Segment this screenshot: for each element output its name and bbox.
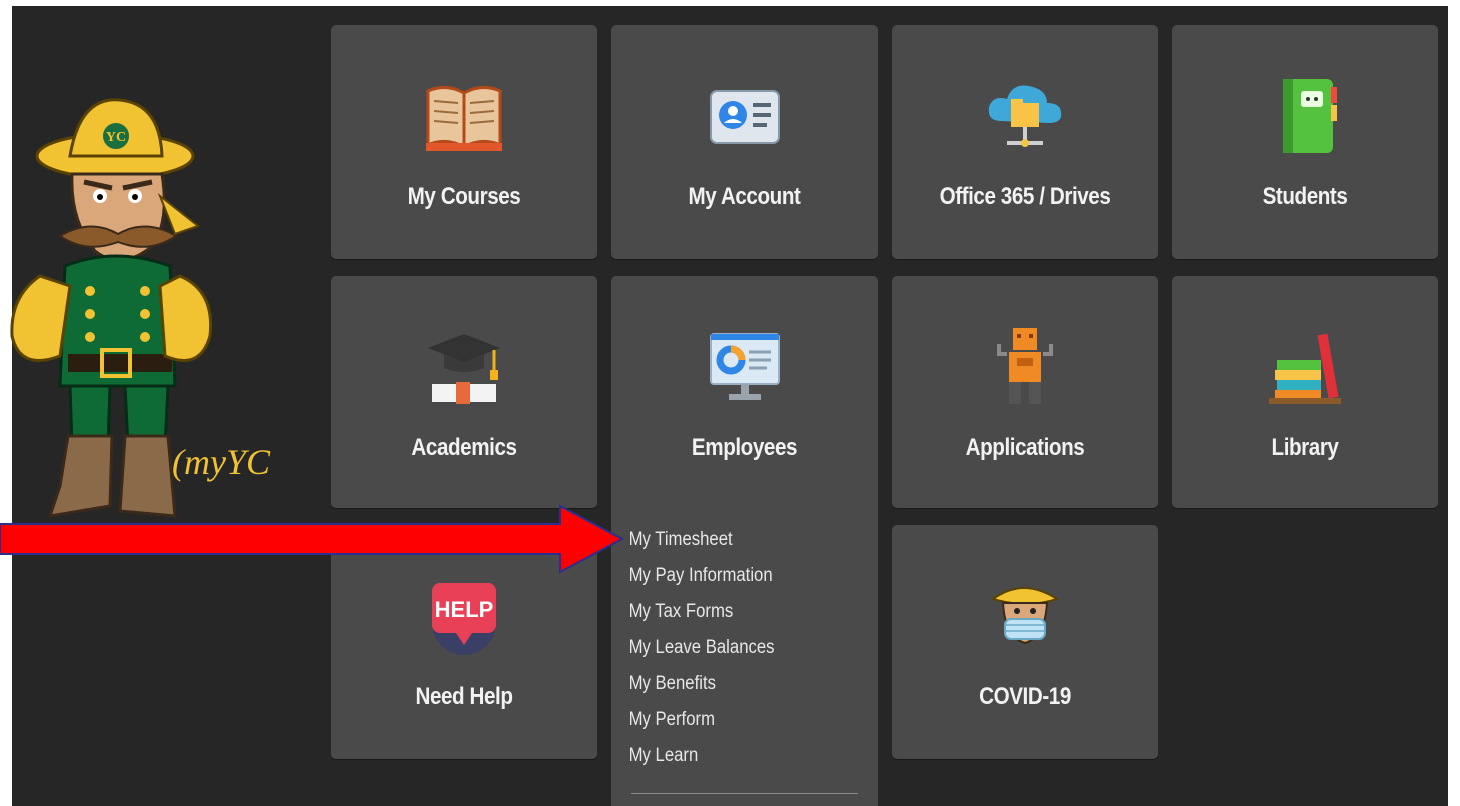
book-stack-icon bbox=[1269, 333, 1341, 404]
menu-item-my-benefits[interactable]: My Benefits bbox=[611, 666, 846, 702]
menu-item-my-timesheet[interactable]: My Timesheet bbox=[611, 522, 846, 558]
tile-label: Employees bbox=[691, 434, 798, 461]
menu-item-my-leave-balances[interactable]: My Leave Balances bbox=[611, 630, 846, 666]
menu-item-my-tax-forms[interactable]: My Tax Forms bbox=[611, 594, 846, 630]
tile-label: Library bbox=[1271, 434, 1339, 461]
menu-item-my-learn[interactable]: My Learn bbox=[611, 738, 846, 774]
monitor-chart-icon bbox=[709, 333, 780, 400]
red-arrow-annotation bbox=[0, 504, 625, 574]
menu-divider bbox=[631, 793, 858, 794]
myyc-logo-text: (myYC bbox=[172, 442, 271, 482]
help-badge-text: HELP bbox=[435, 597, 494, 622]
tile-label: Students bbox=[1262, 183, 1348, 210]
tile-covid-19[interactable]: COVID-19 bbox=[892, 525, 1158, 759]
menu-item-my-perform[interactable]: My Perform bbox=[611, 702, 846, 738]
open-book-icon bbox=[426, 86, 502, 151]
mascot-logo: YC (myYC bbox=[10, 98, 271, 518]
svg-text:YC: YC bbox=[106, 130, 126, 145]
tile-my-courses[interactable]: My Courses bbox=[331, 25, 597, 259]
robot-icon bbox=[997, 328, 1053, 404]
tile-my-account[interactable]: My Account bbox=[611, 25, 878, 259]
menu-item-my-pay-information[interactable]: My Pay Information bbox=[611, 558, 846, 594]
tile-office-365[interactable]: Office 365 / Drives bbox=[892, 25, 1158, 259]
graduation-cap-diploma-icon bbox=[428, 334, 500, 404]
tile-applications[interactable]: Applications bbox=[892, 276, 1158, 508]
green-notebook-icon bbox=[1283, 79, 1337, 153]
masked-mascot-icon bbox=[990, 587, 1060, 645]
tile-label: Academics bbox=[411, 434, 517, 461]
help-sign-icon: HELP bbox=[432, 583, 496, 655]
tile-label: Applications bbox=[965, 434, 1085, 461]
tile-employees[interactable]: Employees bbox=[611, 276, 878, 516]
tile-label: Office 365 / Drives bbox=[939, 183, 1111, 210]
tile-label: My Account bbox=[688, 183, 801, 210]
tile-label: COVID-19 bbox=[979, 683, 1071, 710]
tile-academics[interactable]: Academics bbox=[331, 276, 597, 508]
tile-students[interactable]: Students bbox=[1172, 25, 1438, 259]
id-card-icon bbox=[709, 90, 780, 144]
cloud-folder-icon bbox=[988, 85, 1062, 147]
tile-label: Need Help bbox=[415, 683, 513, 710]
employees-submenu: My Timesheet My Pay Information My Tax F… bbox=[611, 510, 878, 806]
tile-label: My Courses bbox=[407, 183, 521, 210]
tile-library[interactable]: Library bbox=[1172, 276, 1438, 508]
